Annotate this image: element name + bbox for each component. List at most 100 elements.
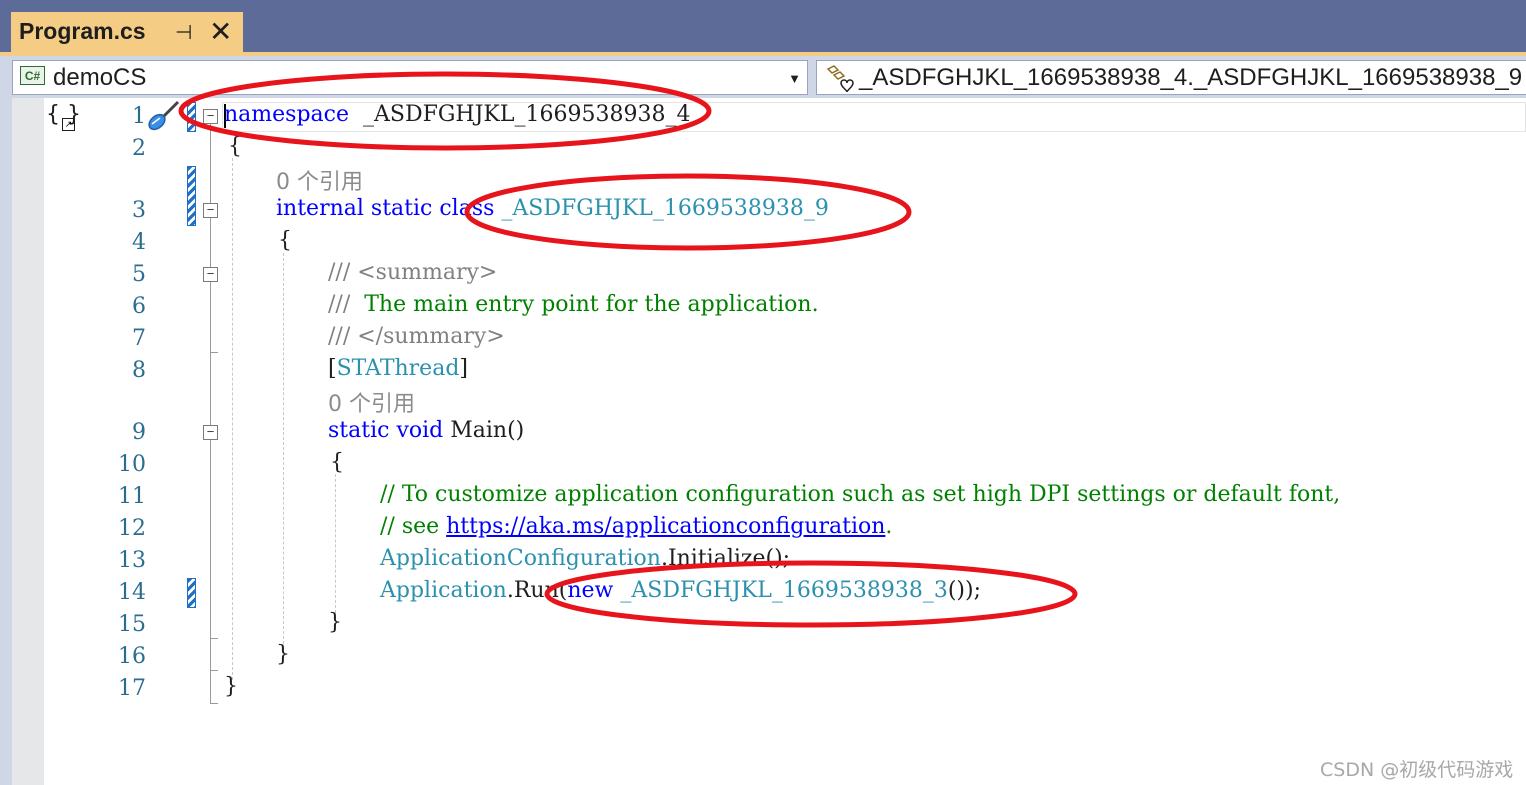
line-number: 11 xyxy=(118,484,146,509)
code-line: // To customize application configuratio… xyxy=(380,482,1340,507)
code-line: internal static class _ASDFGHJKL_1669538… xyxy=(276,196,829,221)
code-line: } xyxy=(328,610,342,635)
line-number: 1 xyxy=(132,104,146,129)
code-token: Application xyxy=(380,578,507,603)
document-tab-strip: Program.cs ⊣ ✕ xyxy=(0,0,1526,52)
collapse-summary-button[interactable]: − xyxy=(203,267,218,282)
code-token: .Run( xyxy=(506,578,568,603)
code-token: } xyxy=(224,674,238,699)
line-number: 4 xyxy=(132,230,146,255)
line-number: 3 xyxy=(132,198,146,223)
code-token: ()); xyxy=(947,578,982,603)
code-token: { xyxy=(228,134,242,159)
code-token: [ xyxy=(328,356,337,381)
code-token: static xyxy=(370,196,433,221)
code-token: static xyxy=(328,418,390,443)
collapse-namespace-button[interactable]: − xyxy=(203,109,218,124)
line-number: 17 xyxy=(118,676,146,701)
code-token: { xyxy=(330,450,344,475)
code-token: The main entry point for the application… xyxy=(357,292,819,317)
code-token: /// <summary> xyxy=(328,260,498,285)
code-token: } xyxy=(328,610,342,635)
line-number: 10 xyxy=(118,452,146,477)
code-hyperlink[interactable]: https://aka.ms/applicationconfiguration xyxy=(446,514,885,539)
class-icon xyxy=(826,65,854,93)
code-token: void xyxy=(396,418,444,443)
close-icon[interactable]: ✕ xyxy=(209,15,232,48)
fold-line xyxy=(210,218,211,267)
line-number: 2 xyxy=(132,136,146,161)
code-token: namespace xyxy=(224,102,349,127)
line-number: 14 xyxy=(118,580,146,605)
codelens-references[interactable]: 0 个引用 xyxy=(328,386,415,418)
pin-icon[interactable]: ⊣ xyxy=(175,20,192,45)
line-number: 7 xyxy=(132,326,146,351)
collapse-class-button[interactable]: − xyxy=(203,203,218,218)
fold-line xyxy=(210,670,211,704)
project-dropdown[interactable]: C# demoCS ▼ xyxy=(12,60,808,95)
code-token: ApplicationConfiguration xyxy=(380,546,661,571)
code-line: ApplicationConfiguration.Initialize(); xyxy=(380,546,790,571)
line-number: 6 xyxy=(132,294,146,319)
code-token: // see xyxy=(380,514,447,539)
collapse-method-button[interactable]: − xyxy=(203,425,218,440)
indent-guide xyxy=(283,253,284,649)
change-indicator xyxy=(187,166,196,226)
indent-guide xyxy=(335,474,336,618)
code-token: // To customize application configuratio… xyxy=(380,482,1341,507)
code-token: internal xyxy=(276,196,364,221)
code-line: { xyxy=(228,134,242,159)
navigation-bar: C# demoCS ▼ _ASDFGHJKL_1669538938_4._ASD… xyxy=(0,56,1526,98)
line-number: 16 xyxy=(118,644,146,669)
line-number: 12 xyxy=(118,516,146,541)
indent-guide xyxy=(232,158,233,680)
code-token: STAThread xyxy=(336,356,460,381)
fold-end-marker xyxy=(210,352,218,353)
project-name: demoCS xyxy=(53,64,147,91)
code-editor[interactable]: { } ↗ − − − − 1 namespace _ASDFGHJKL_1669… xyxy=(0,98,1526,785)
fold-line xyxy=(210,282,211,425)
member-name: _ASDFGHJKL_1669538938_4._ASDFGHJKL_16695… xyxy=(859,64,1523,91)
code-line: Application.Run(new _ASDFGHJKL_166953893… xyxy=(380,578,981,603)
code-token: class xyxy=(439,196,495,221)
code-line: [STAThread] xyxy=(328,356,468,381)
tab-title: Program.cs xyxy=(19,18,146,44)
fold-end-marker xyxy=(210,703,218,704)
code-line: { xyxy=(278,228,292,253)
code-line: // see https://aka.ms/applicationconfigu… xyxy=(380,514,892,539)
code-token: ] xyxy=(459,356,468,381)
code-token: } xyxy=(276,642,290,667)
change-indicator xyxy=(187,102,196,132)
line-number: 8 xyxy=(132,358,146,383)
code-token: . xyxy=(885,514,893,539)
watermark: CSDN @初级代码游戏 xyxy=(1320,759,1514,781)
code-token: { xyxy=(278,228,292,253)
editor-left-strip xyxy=(0,98,12,785)
member-dropdown[interactable]: _ASDFGHJKL_1669538938_4._ASDFGHJKL_16695… xyxy=(816,60,1526,95)
code-line: } xyxy=(276,642,290,667)
code-line: /// </summary> xyxy=(328,324,505,349)
code-token: Main() xyxy=(443,418,525,443)
code-token: new xyxy=(567,578,614,603)
csharp-project-icon: C# xyxy=(20,66,45,85)
line-number: 5 xyxy=(132,262,146,287)
indicator-margin xyxy=(12,98,44,785)
quick-actions-brush-icon[interactable] xyxy=(146,100,182,132)
code-token: _ASDFGHJKL_1669538938_4 xyxy=(349,102,691,127)
line-number: 9 xyxy=(132,420,146,445)
code-line: /// <summary> xyxy=(328,260,497,285)
fold-end-marker xyxy=(210,638,218,639)
code-token: /// </summary> xyxy=(328,324,505,349)
code-token: /// xyxy=(328,292,358,317)
line-number: 13 xyxy=(118,548,146,573)
chevron-down-icon[interactable]: ▼ xyxy=(788,71,801,86)
code-token: _ASDFGHJKL_1669538938_9 xyxy=(501,196,829,221)
codelens-references[interactable]: 0 个引用 xyxy=(276,164,363,196)
code-line: { xyxy=(330,450,344,475)
tab-program-cs[interactable]: Program.cs ⊣ ✕ xyxy=(11,12,243,52)
code-line: namespace _ASDFGHJKL_1669538938_4 xyxy=(224,102,690,127)
namespace-shortcut-icon: ↗ xyxy=(62,118,75,131)
change-indicator xyxy=(187,578,196,608)
code-token: _ASDFGHJKL_1669538938_3 xyxy=(620,578,948,603)
